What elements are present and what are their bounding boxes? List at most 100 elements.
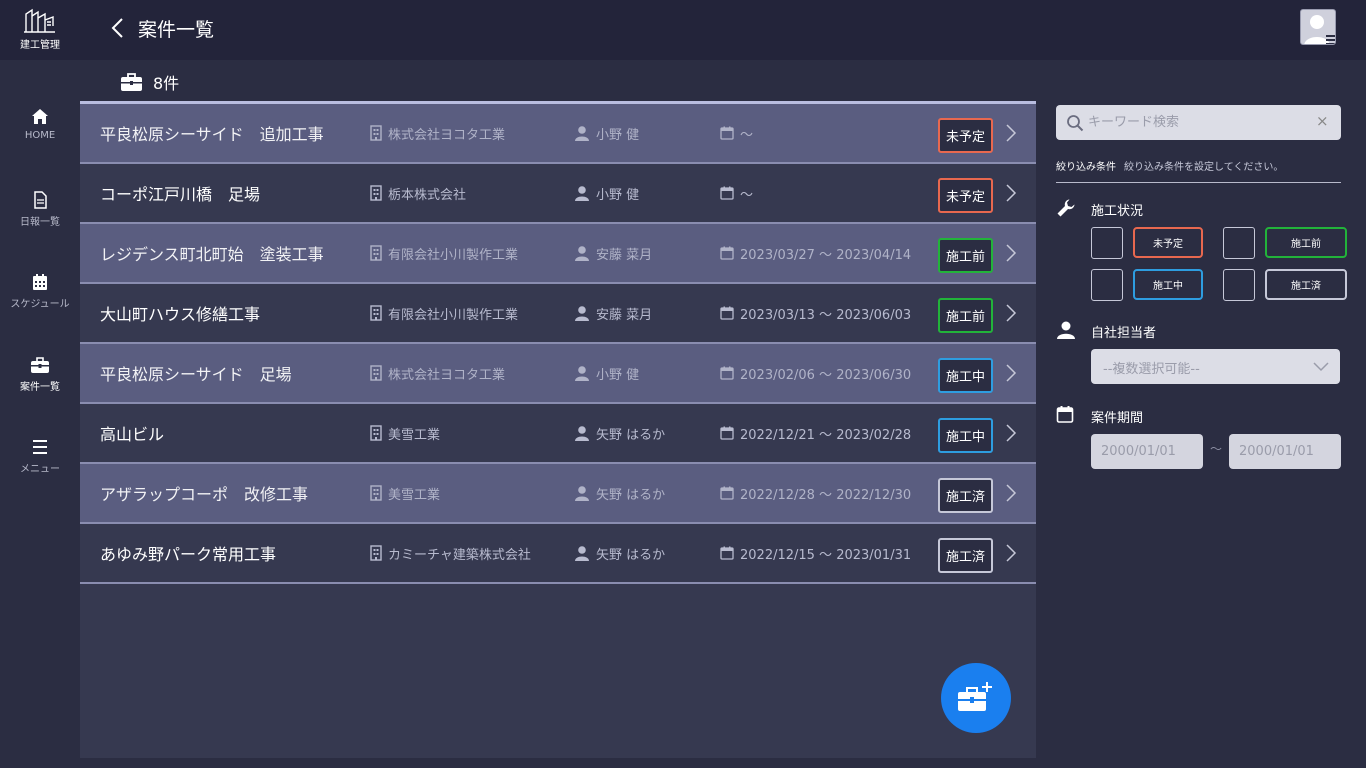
search-input[interactable] [1088, 105, 1308, 140]
table-row[interactable]: あゆみ野パーク常用工事 カミーチャ建築株式会社 矢野 はるか 2022/12/15 ～… [80, 524, 1036, 584]
table-row[interactable]: 平良松原シーサイド 足場 株式会社ヨコタ工業 小野 健 2023/02/06 ～ 20… [80, 344, 1036, 404]
status-checkbox-completed[interactable] [1223, 269, 1255, 301]
project-list: 平良松原シーサイド 追加工事 株式会社ヨコタ工業 小野 健～未予定 コーポ江戸川橋 足… [80, 101, 1036, 758]
person-name-text: 安藤 菜月 [596, 247, 653, 263]
chevron-right-icon [1006, 124, 1017, 142]
project-company: 栃本株式会社 [370, 164, 466, 222]
filter-condition-label: 絞り込み条件 [1056, 162, 1116, 173]
period-separator: ～ [1210, 442, 1223, 456]
table-row[interactable]: 高山ビル 美雪工業 矢野 はるか 2022/12/21 ～ 2023/02/28 施工中 [80, 404, 1036, 464]
calendar-icon [720, 366, 734, 380]
staff-select-placeholder: --複数選択可能-- [1103, 362, 1200, 377]
staff-select[interactable]: --複数選択可能-- [1091, 349, 1340, 384]
calendar-icon [720, 186, 734, 200]
status-badge: 施工前 [938, 298, 993, 333]
filter-divider [1056, 182, 1341, 183]
project-company: 美雪工業 [370, 464, 440, 522]
status-checkbox-in-progress[interactable] [1091, 269, 1123, 301]
table-row[interactable]: 大山町ハウス修繕工事 有限会社小川製作工業 安藤 菜月 2023/03/13 ～ 20… [80, 284, 1036, 344]
period-start-input[interactable] [1091, 434, 1203, 469]
project-name-text: 平良松原シーサイド 足場 [100, 365, 292, 384]
period-end-input[interactable] [1229, 434, 1341, 469]
person-icon [575, 366, 589, 381]
project-name-text: レジデンス町北町始 塗装工事 [100, 245, 324, 264]
building-icon [370, 125, 382, 141]
project-person: 安藤 菜月 [574, 284, 652, 342]
table-row[interactable]: レジデンス町北町始 塗装工事 有限会社小川製作工業 安藤 菜月 2023/03/27 … [80, 224, 1036, 284]
sidebar-item-projects[interactable]: 案件一覧 [0, 356, 80, 393]
project-period: 2022/12/15 ～ 2023/01/31 [720, 524, 911, 582]
period-text: 2023/02/06 ～ 2023/06/30 [740, 367, 912, 383]
sidebar-item-label: スケジュール [10, 299, 70, 310]
user-avatar[interactable] [1300, 9, 1336, 45]
sidebar-item-menu[interactable]: メニュー [0, 438, 80, 475]
status-checkbox-before[interactable] [1223, 227, 1255, 259]
period-text: 2023/03/27 ～ 2023/04/14 [740, 247, 912, 263]
project-name-text: 大山町ハウス修繕工事 [100, 305, 261, 324]
project-company: カミーチャ建築株式会社 [370, 524, 531, 582]
status-chip-unscheduled[interactable]: 未予定 [1133, 227, 1203, 258]
project-name-text: 高山ビル [100, 425, 165, 444]
status-badge: 未予定 [938, 178, 993, 213]
chevron-right-icon [1006, 244, 1017, 262]
project-person: 矢野 はるか [574, 464, 665, 522]
project-name: 平良松原シーサイド 足場 [100, 344, 292, 402]
chevron-right-icon [1006, 424, 1017, 442]
sidebar-item-schedule[interactable]: スケジュール [0, 273, 80, 310]
company-name-text: 美雪工業 [388, 427, 441, 443]
user-profile-icon [1304, 15, 1335, 44]
status-badge: 施工前 [938, 238, 993, 273]
calendar-icon [720, 546, 734, 560]
building-icon [370, 545, 382, 561]
person-name-text: 小野 健 [596, 127, 640, 143]
status-badge: 施工中 [938, 418, 993, 453]
table-row[interactable]: アザラップコーポ 改修工事 美雪工業 矢野 はるか 2022/12/28 ～ 2022… [80, 464, 1036, 524]
period-text: 2022/12/21 ～ 2023/02/28 [740, 427, 912, 443]
project-person: 小野 健 [574, 104, 639, 162]
project-name-text: あゆみ野パーク常用工事 [100, 545, 277, 564]
company-name-text: カミーチャ建築株式会社 [388, 547, 531, 563]
project-name: 平良松原シーサイド 追加工事 [100, 104, 324, 162]
project-company: 株式会社ヨコタ工業 [370, 344, 505, 402]
menu-icon [33, 440, 47, 454]
status-chip-before[interactable]: 施工前 [1265, 227, 1347, 258]
sidebar-item-home[interactable]: HOME [0, 108, 80, 141]
building-icon [370, 245, 382, 261]
add-project-button[interactable] [941, 663, 1011, 733]
project-count: 8件 [120, 70, 179, 94]
person-name-text: 小野 健 [596, 367, 640, 383]
project-person: 安藤 菜月 [574, 224, 652, 282]
project-name: アザラップコーポ 改修工事 [100, 464, 308, 522]
table-row[interactable]: コーポ江戸川橋 足場 栃本株式会社 小野 健 ～ 未予定 [80, 164, 1036, 224]
person-icon [575, 486, 589, 501]
back-button[interactable] [108, 16, 128, 40]
project-name: レジデンス町北町始 塗装工事 [100, 224, 324, 282]
project-name: 大山町ハウス修繕工事 [100, 284, 260, 342]
person-icon [575, 306, 589, 321]
project-name: あゆみ野パーク常用工事 [100, 524, 276, 582]
table-row[interactable]: 平良松原シーサイド 追加工事 株式会社ヨコタ工業 小野 健 ～ 未予定 [80, 104, 1036, 164]
company-name-text: 栃本株式会社 [388, 187, 467, 203]
project-period: 2023/03/13 ～ 2023/06/03 [720, 284, 911, 342]
briefcase-icon [121, 73, 142, 91]
building-icon [370, 485, 382, 501]
search-box [1056, 105, 1341, 140]
period-text: ～ [740, 187, 754, 203]
app-logo[interactable]: 建工管理 [14, 8, 66, 51]
sidebar-item-daily-reports[interactable]: 日報一覧 [0, 191, 80, 228]
status-section-label: 施工状況 [1091, 204, 1144, 219]
building-icon [370, 305, 382, 321]
filter-condition-hint: 絞り込み条件を設定してください。 [1124, 162, 1284, 173]
company-name-text: 有限会社小川製作工業 [388, 307, 519, 323]
status-chip-in-progress[interactable]: 施工中 [1133, 269, 1203, 300]
status-checkbox-unscheduled[interactable] [1091, 227, 1123, 259]
project-name-text: 平良松原シーサイド 追加工事 [100, 125, 324, 144]
sidebar: HOME 日報一覧 スケジュール 案件一覧 メニュー [0, 60, 80, 768]
filter-condition: 絞り込み条件 絞り込み条件を設定してください。 [1056, 158, 1283, 173]
home-icon [32, 109, 48, 124]
status-badge: 未予定 [938, 118, 993, 153]
status-chip-completed[interactable]: 施工済 [1265, 269, 1347, 300]
period-text: ～ [740, 127, 754, 143]
clear-search-icon[interactable]: × [1316, 113, 1332, 129]
project-company: 有限会社小川製作工業 [370, 284, 518, 342]
